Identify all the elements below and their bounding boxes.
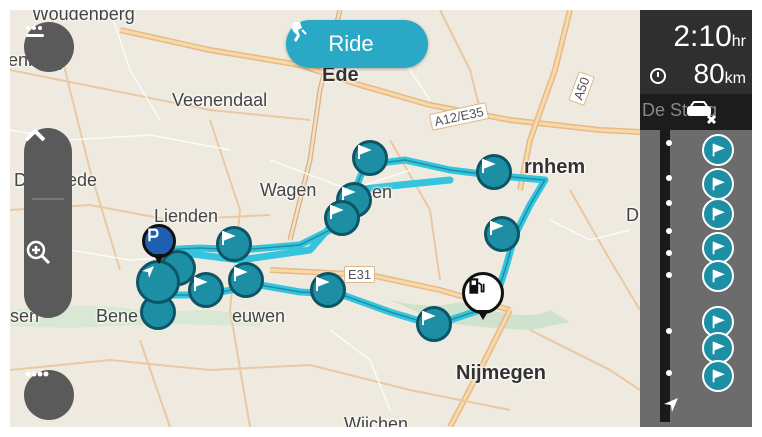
traffic-disabled-icon — [687, 101, 717, 125]
route-bar-dot — [666, 228, 672, 234]
ride-button-label: Ride — [328, 31, 374, 56]
flag-icon — [194, 277, 208, 291]
flag-icon — [482, 159, 496, 173]
flag-icon — [712, 269, 725, 283]
route-bar-waypoint[interactable] — [702, 360, 734, 392]
route-bar-panel[interactable]: 2:10hr 80km De Steeg — [640, 10, 752, 427]
zoom-control-panel — [24, 128, 72, 318]
map-view[interactable]: Woudenberg enburg Veenendaal Ede Duurste… — [10, 10, 672, 427]
flag-icon — [234, 267, 248, 281]
parking-icon — [148, 228, 159, 242]
main-menu-button[interactable] — [24, 370, 74, 420]
flag-icon — [422, 311, 436, 325]
parking-pin[interactable] — [142, 224, 176, 258]
route-options-icon — [26, 26, 44, 37]
flag-icon — [316, 277, 330, 291]
place-wageningen-end: en — [372, 182, 393, 202]
road-label-e31: E31 — [344, 266, 376, 283]
navigation-screen: Woudenberg enburg Veenendaal Ede Duurste… — [10, 10, 752, 427]
route-bar-current-position — [662, 396, 680, 419]
flag-icon — [490, 221, 504, 235]
traffic-status[interactable]: De Steeg — [640, 94, 752, 130]
place-wijchen: Wijchen — [344, 414, 409, 427]
flag-icon — [712, 341, 725, 355]
waypoint-marker[interactable] — [188, 272, 224, 308]
waypoint-marker[interactable] — [310, 272, 346, 308]
flag-icon — [712, 315, 725, 329]
flag-icon — [330, 205, 344, 219]
waypoint-marker[interactable] — [228, 262, 264, 298]
parking-pin-tail — [153, 254, 165, 264]
navigation-arrow-icon — [142, 266, 154, 278]
chevron-up-icon — [24, 128, 46, 142]
route-bar-dot — [666, 200, 672, 206]
clock-icon — [650, 68, 666, 84]
divider — [32, 198, 64, 200]
fuel-pump-icon — [469, 278, 485, 294]
place-nijmegen: Nijmegen — [456, 362, 547, 384]
flag-icon — [712, 241, 725, 255]
flag-icon — [712, 207, 725, 221]
remaining-distance-value: 80 — [693, 58, 725, 89]
remaining-distance-unit: km — [724, 70, 746, 87]
place-veenendaal: Veenendaal — [172, 90, 268, 110]
pan-up-button[interactable] — [24, 128, 72, 198]
route-bar-waypoint[interactable] — [702, 198, 734, 230]
route-bar-waypoint[interactable] — [702, 260, 734, 292]
route-bar-dot — [666, 140, 672, 146]
route-bar-waypoint[interactable] — [702, 168, 734, 200]
place-arnhem: rnhem — [524, 156, 586, 178]
route-options-button[interactable] — [24, 22, 74, 72]
zoom-in-button[interactable] — [24, 238, 72, 298]
flag-icon — [712, 369, 725, 383]
waypoint-marker[interactable] — [216, 226, 252, 262]
route-bar-dot — [666, 370, 672, 376]
flag-icon — [712, 177, 725, 191]
navigation-arrow-icon — [664, 398, 678, 412]
route-bar-dot — [666, 328, 672, 334]
route-bar-dot — [666, 175, 672, 181]
remaining-time-value: 2:10 — [673, 20, 732, 53]
flag-icon — [712, 143, 725, 157]
more-dots-icon — [25, 371, 49, 377]
remaining-time-unit: hr — [731, 33, 746, 50]
place-beneden-leeuwen-a: Bene — [96, 306, 139, 326]
waypoint-marker[interactable] — [352, 140, 388, 176]
flag-icon — [358, 145, 372, 159]
flag-icon — [222, 231, 236, 245]
remaining-distance: 80km — [694, 58, 746, 90]
route-bar-waypoint[interactable] — [702, 134, 734, 166]
place-beneden-leeuwen-b: euwen — [232, 306, 286, 326]
waypoint-marker[interactable] — [484, 216, 520, 252]
remaining-time: 2:10hr — [673, 20, 746, 54]
fuel-pin-tail — [477, 310, 489, 320]
route-bar-dot — [666, 272, 672, 278]
ride-button[interactable]: Ride — [286, 20, 428, 68]
fuel-station-pin[interactable] — [462, 272, 504, 314]
place-wageningen: Wagen — [260, 180, 317, 200]
waypoint-marker[interactable] — [476, 154, 512, 190]
zoom-in-icon — [26, 240, 51, 265]
waypoint-marker[interactable] — [324, 200, 360, 236]
route-bar-dot — [666, 250, 672, 256]
current-position-marker[interactable] — [136, 260, 180, 304]
motorcycle-rider-icon — [291, 22, 307, 42]
waypoint-marker[interactable] — [416, 306, 452, 342]
